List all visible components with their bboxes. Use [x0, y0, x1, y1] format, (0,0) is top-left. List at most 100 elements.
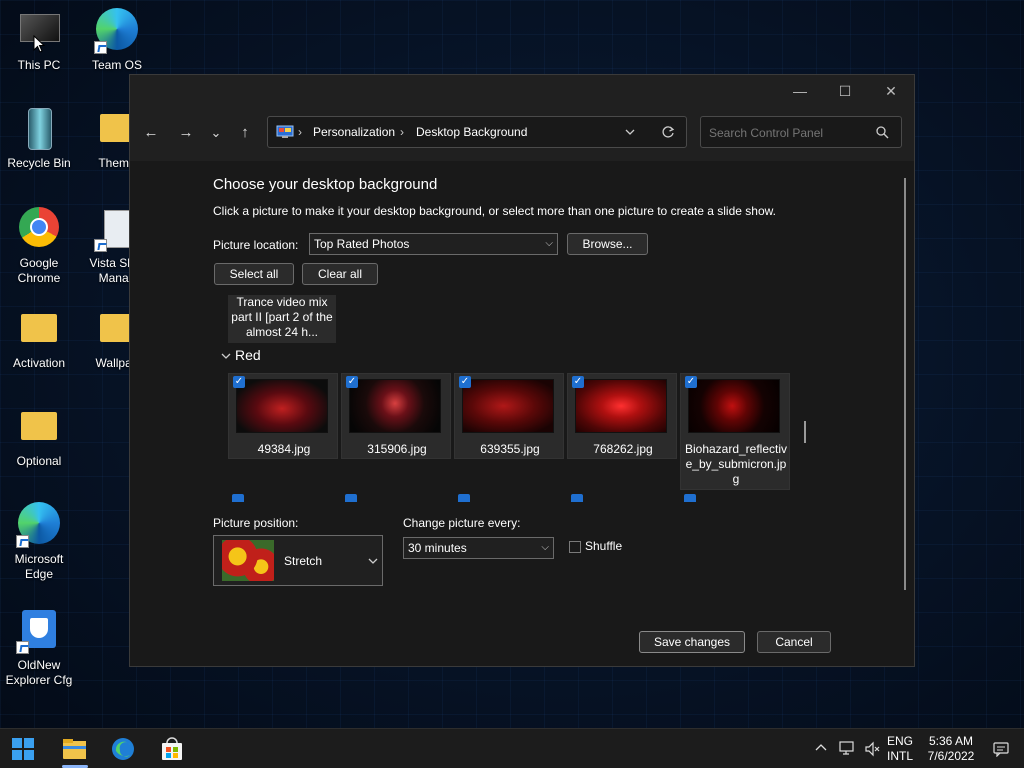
- change-picture-every-label: Change picture every:: [403, 516, 521, 530]
- forward-arrow-icon[interactable]: →: [176, 123, 196, 143]
- checkbox-checked-icon[interactable]: [345, 494, 357, 502]
- thumbnail-scrollbar[interactable]: [804, 421, 806, 443]
- desktop-icon-activation[interactable]: Activation: [1, 306, 77, 371]
- mouse-cursor-icon: [33, 35, 45, 53]
- page-heading: Choose your desktop background: [213, 176, 438, 193]
- back-arrow-icon[interactable]: ←: [141, 123, 161, 143]
- thumbnail-caption: 315906.jpg: [367, 442, 427, 456]
- desktop-icon-label: This PC: [17, 58, 61, 72]
- desktop-icon-recycle-bin[interactable]: Recycle Bin: [1, 106, 77, 171]
- browse-button[interactable]: Browse...: [567, 233, 648, 255]
- show-hidden-icons-chevron-icon[interactable]: [815, 742, 827, 752]
- wallpaper-thumbnail-image: [236, 379, 328, 433]
- folder-icon: [16, 404, 62, 450]
- thumbnail-tile[interactable]: ✓ 768262.jpg: [567, 373, 677, 459]
- checkbox-checked-icon[interactable]: ✓: [685, 376, 697, 388]
- maximize-button[interactable]: ☐: [830, 81, 860, 101]
- picture-location-dropdown[interactable]: Top Rated Photos ⌵: [309, 233, 558, 255]
- desktop-icon-label: Google Chrome: [17, 256, 61, 285]
- file-explorer-icon[interactable]: [62, 737, 86, 761]
- search-input[interactable]: [707, 123, 871, 143]
- picture-location-value: Top Rated Photos: [314, 237, 410, 251]
- wallpaper-thumbnail-image: [688, 379, 780, 433]
- desktop-icon-label: Activation: [12, 356, 66, 370]
- recent-locations-chevron-icon[interactable]: ⌄: [206, 123, 226, 143]
- checkbox-checked-icon[interactable]: ✓: [459, 376, 471, 388]
- cancel-button[interactable]: Cancel: [757, 631, 831, 653]
- previous-item-caption[interactable]: Trance video mix part II [part 2 of the …: [228, 295, 336, 343]
- chevron-down-icon: [368, 558, 378, 564]
- refresh-icon[interactable]: [661, 125, 675, 139]
- select-all-button[interactable]: Select all: [214, 263, 294, 285]
- thumbnail-caption: 768262.jpg: [593, 442, 653, 456]
- page-description: Click a picture to make it your desktop …: [213, 204, 776, 218]
- collapse-chevron-icon[interactable]: [221, 352, 231, 360]
- clock[interactable]: 5:36 AM 7/6/2022: [924, 734, 978, 764]
- desktop-icon-optional[interactable]: Optional: [1, 404, 77, 469]
- taskbar: ENG INTL 5:36 AM 7/6/2022: [0, 728, 1024, 768]
- address-bar[interactable]: › Personalization › Desktop Background: [267, 116, 687, 148]
- folder-icon: [16, 306, 62, 352]
- save-changes-button[interactable]: Save changes: [639, 631, 745, 653]
- minimize-button[interactable]: —: [785, 81, 815, 101]
- checkbox-checked-icon[interactable]: [458, 494, 470, 502]
- desktop-icon-label: Team OS: [91, 58, 142, 72]
- checkbox-checked-icon[interactable]: [232, 494, 244, 502]
- chevron-down-icon: ⌵: [541, 542, 549, 553]
- address-dropdown-chevron-icon[interactable]: [625, 128, 635, 136]
- content-pane: Choose your desktop background Click a p…: [130, 161, 914, 666]
- breadcrumb-personalization[interactable]: Personalization: [313, 125, 395, 139]
- shield-icon: [16, 608, 62, 654]
- shuffle-checkbox[interactable]: [569, 541, 581, 553]
- notifications-icon[interactable]: [993, 741, 1009, 757]
- keyboard-layout: INTL: [886, 749, 913, 763]
- thumbnail-tile[interactable]: ✓ 315906.jpg: [341, 373, 451, 459]
- desktop-icon-google-chrome[interactable]: Google Chrome: [1, 206, 77, 286]
- edge-icon[interactable]: [111, 737, 135, 761]
- breadcrumb-separator: ›: [298, 125, 302, 139]
- close-button[interactable]: ✕: [876, 81, 906, 101]
- checkbox-checked-icon[interactable]: [571, 494, 583, 502]
- navigation-bar: ← → ⌄ ↑ › Personalization › Desktop Back…: [130, 111, 914, 155]
- desktop-icon-oldnew-explorer-cfg[interactable]: OldNew Explorer Cfg: [1, 608, 77, 688]
- shuffle-label: Shuffle: [585, 539, 623, 553]
- picture-position-label: Picture position:: [213, 516, 299, 530]
- checkbox-checked-icon[interactable]: ✓: [572, 376, 584, 388]
- change-interval-value: 30 minutes: [408, 541, 467, 555]
- desktop-icon-team-os[interactable]: Team OS: [79, 8, 155, 73]
- edge-icon: [16, 502, 62, 548]
- thumbnail-tile[interactable]: ✓ Biohazard_reflective_by_submicron.jpg: [680, 373, 790, 490]
- volume-muted-icon[interactable]: [864, 741, 880, 757]
- desktop-icon-label: Optional: [16, 454, 62, 468]
- up-arrow-icon[interactable]: ↑: [235, 123, 255, 143]
- wallpaper-thumbnail-image: [349, 379, 441, 433]
- picture-position-dropdown[interactable]: Stretch: [213, 535, 383, 586]
- title-bar: — ☐ ✕: [130, 75, 914, 105]
- desktop-icon-microsoft-edge[interactable]: Microsoft Edge: [1, 502, 77, 582]
- thumbnail-caption: Biohazard_reflective_by_submicron.jpg: [684, 442, 788, 486]
- next-thumbnail-row: [228, 494, 788, 502]
- search-icon[interactable]: [876, 126, 889, 139]
- checkbox-checked-icon[interactable]: ✓: [346, 376, 358, 388]
- window-scrollbar[interactable]: [904, 178, 906, 590]
- thumbnail-caption: 49384.jpg: [257, 442, 311, 456]
- group-header-red[interactable]: Red: [235, 347, 261, 363]
- start-icon[interactable]: [11, 737, 35, 761]
- breadcrumb-separator: ›: [400, 125, 404, 139]
- position-preview-image: [222, 540, 274, 581]
- search-box[interactable]: [700, 116, 902, 148]
- network-icon[interactable]: [838, 740, 856, 756]
- desktop-icon-label: Microsoft Edge: [14, 552, 64, 581]
- language-indicator[interactable]: ENG INTL: [884, 734, 916, 764]
- store-icon[interactable]: [160, 737, 184, 761]
- clear-all-button[interactable]: Clear all: [302, 263, 378, 285]
- breadcrumb-desktop-background[interactable]: Desktop Background: [416, 125, 527, 139]
- checkbox-checked-icon[interactable]: ✓: [233, 376, 245, 388]
- change-interval-dropdown[interactable]: 30 minutes ⌵: [403, 537, 554, 559]
- thumbnail-tile[interactable]: ✓ 639355.jpg: [454, 373, 564, 459]
- checkbox-checked-icon[interactable]: [684, 494, 696, 502]
- chrome-icon: [16, 206, 62, 252]
- thumbnail-tile[interactable]: ✓ 49384.jpg: [228, 373, 338, 459]
- language-code: ENG: [886, 734, 913, 748]
- control-panel-icon: [276, 125, 294, 138]
